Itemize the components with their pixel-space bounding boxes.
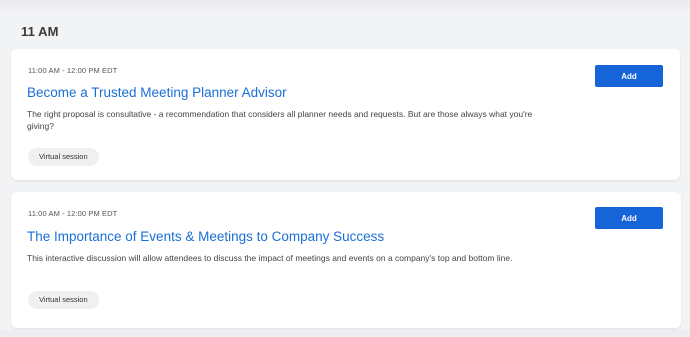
session-title-link[interactable]: The Importance of Events & Meetings to C… (27, 229, 384, 244)
session-title-link[interactable]: Become a Trusted Meeting Planner Advisor (27, 85, 287, 100)
session-time: 11:00 AM - 12:00 PM EDT (28, 66, 118, 75)
virtual-session-badge: Virtual session (28, 291, 99, 309)
session-card: 11:00 AM - 12:00 PM EDT The Importance o… (11, 192, 681, 328)
time-slot-header: 11 AM (21, 24, 59, 39)
session-description: The right proposal is consultative - a r… (27, 109, 533, 131)
session-card: 11:00 AM - 12:00 PM EDT Become a Trusted… (11, 49, 680, 180)
add-session-button[interactable]: Add (595, 207, 663, 229)
session-time: 11:00 AM - 12:00 PM EDT (28, 209, 118, 218)
bottom-divider (0, 330, 690, 337)
virtual-session-badge: Virtual session (28, 148, 99, 166)
top-divider (0, 0, 690, 14)
add-session-button[interactable]: Add (595, 65, 663, 87)
agenda-page: 11 AM 11:00 AM - 12:00 PM EDT Become a T… (0, 0, 690, 337)
session-description: This interactive discussion will allow a… (27, 253, 513, 263)
